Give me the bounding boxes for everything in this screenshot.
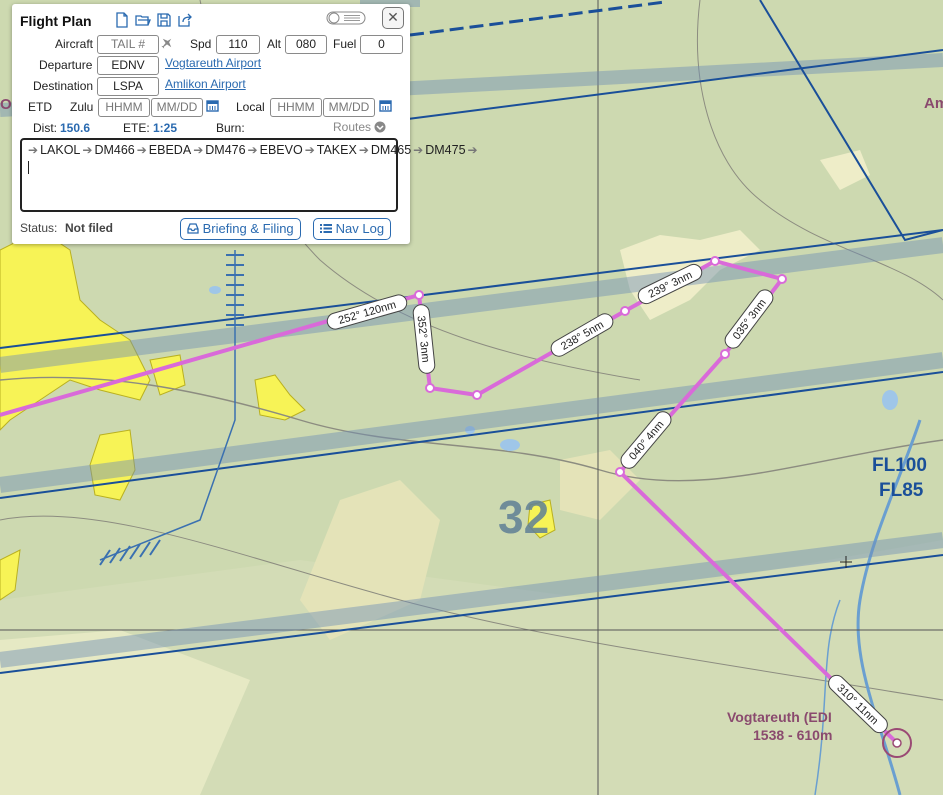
altitude-input[interactable]: 080 bbox=[285, 35, 327, 54]
open-folder-icon[interactable] bbox=[135, 12, 151, 28]
text-cursor bbox=[28, 161, 29, 175]
routes-label: Routes bbox=[333, 120, 372, 134]
route-waypoint-marker[interactable] bbox=[710, 256, 720, 266]
etd-label: ETD bbox=[28, 100, 52, 114]
route-waypoint[interactable]: EBEDA bbox=[149, 143, 191, 157]
route-waypoint-marker[interactable] bbox=[777, 274, 787, 284]
close-icon: ✕ bbox=[387, 9, 399, 25]
edge-label-right: Am bbox=[924, 95, 943, 112]
toggle-switch[interactable] bbox=[326, 11, 366, 25]
route-input[interactable]: ➔ LAKOL ➔ DM466 ➔ EBEDA ➔ DM476 ➔ EBEVO ➔ TAKEX ➔ DM4… bbox=[20, 138, 478, 212]
route-waypoint[interactable]: EBEVO bbox=[260, 143, 303, 157]
departure-label: Departure bbox=[39, 58, 93, 72]
arrow-right-icon: ➔ bbox=[247, 143, 258, 157]
route-waypoint[interactable]: DM465 bbox=[371, 143, 411, 157]
status-label: Status: bbox=[20, 221, 58, 235]
destination-label: Destination bbox=[33, 79, 94, 93]
local-date-input[interactable]: MM/DD bbox=[323, 98, 375, 117]
route-waypoint-marker[interactable] bbox=[472, 390, 482, 400]
arrow-right-icon: ➔ bbox=[467, 143, 478, 157]
ete-value: 1:25 bbox=[153, 121, 178, 135]
aircraft-label: Aircraft bbox=[55, 37, 94, 51]
burn-label: Burn: bbox=[216, 121, 245, 135]
distance-value: 150.6 bbox=[60, 121, 91, 135]
speed-label: Spd bbox=[190, 37, 212, 51]
local-label: Local bbox=[236, 100, 265, 114]
route-waypoint-marker[interactable] bbox=[414, 290, 424, 300]
destination-input[interactable]: LSPA bbox=[97, 77, 159, 96]
arrow-right-icon: ➔ bbox=[304, 143, 315, 157]
departure-airport-link[interactable]: Vogtareuth Airport bbox=[165, 56, 261, 70]
route-waypoint[interactable]: DM476 bbox=[205, 143, 245, 157]
arrow-right-icon: ➔ bbox=[28, 143, 39, 157]
airplane-icon[interactable] bbox=[160, 36, 174, 50]
local-time-input[interactable]: HHMM bbox=[270, 98, 322, 117]
route-waypoint[interactable]: LAKOL bbox=[40, 143, 80, 157]
calendar-icon[interactable] bbox=[206, 99, 219, 112]
route-waypoint-marker[interactable] bbox=[620, 306, 630, 316]
panel-title: Flight Plan bbox=[20, 13, 92, 29]
nav-log-label: Nav Log bbox=[335, 221, 385, 236]
departure-input[interactable]: EDNV bbox=[97, 56, 159, 75]
fuel-input[interactable]: 0 bbox=[360, 35, 403, 54]
share-icon[interactable] bbox=[177, 12, 193, 28]
route-waypoint-marker[interactable] bbox=[615, 467, 625, 477]
zulu-label: Zulu bbox=[70, 100, 94, 114]
new-file-icon[interactable] bbox=[114, 12, 130, 28]
zulu-date-input[interactable]: MM/DD bbox=[151, 98, 203, 117]
route-waypoint[interactable]: DM466 bbox=[94, 143, 134, 157]
arrow-right-icon: ➔ bbox=[193, 143, 204, 157]
list-icon bbox=[320, 224, 332, 233]
inbox-icon bbox=[187, 223, 199, 234]
aircraft-input[interactable]: TAIL # bbox=[97, 35, 159, 54]
status-value: Not filed bbox=[65, 221, 113, 235]
arrow-right-icon: ➔ bbox=[82, 143, 93, 157]
route-waypoint-marker[interactable] bbox=[425, 383, 435, 393]
fuel-label: Fuel bbox=[333, 37, 357, 51]
speed-input[interactable]: 110 bbox=[216, 35, 260, 54]
distance-label: Dist: bbox=[33, 121, 57, 135]
close-button[interactable]: ✕ bbox=[382, 7, 404, 29]
briefing-filing-button[interactable]: Briefing & Filing bbox=[180, 218, 301, 240]
route-waypoint[interactable]: TAKEX bbox=[317, 143, 357, 157]
route-waypoint-marker[interactable] bbox=[720, 349, 730, 359]
grid-number: 32 bbox=[498, 491, 550, 543]
routes-dropdown[interactable]: Routes bbox=[333, 120, 386, 134]
chevron-down-circle-icon bbox=[374, 121, 386, 133]
briefing-filing-label: Briefing & Filing bbox=[202, 221, 294, 236]
flight-level-bottom: FL85 bbox=[879, 480, 924, 501]
zulu-time-input[interactable]: HHMM bbox=[98, 98, 150, 117]
airport-name-label: Vogtareuth (EDI bbox=[727, 709, 832, 725]
flight-plan-panel: Flight Plan ✕ Aircraft TAIL # Spd 110 Al… bbox=[12, 4, 478, 244]
route-waypoint[interactable]: DM475 bbox=[425, 143, 465, 157]
save-icon[interactable] bbox=[156, 12, 172, 28]
arrow-right-icon: ➔ bbox=[413, 143, 424, 157]
arrow-right-icon: ➔ bbox=[136, 143, 147, 157]
flight-level-top: FL100 bbox=[872, 455, 927, 476]
altitude-label: Alt bbox=[267, 37, 282, 51]
airport-elevation-label: 1538 - 610m bbox=[753, 727, 833, 743]
nav-log-button[interactable]: Nav Log bbox=[313, 218, 392, 240]
arrow-right-icon: ➔ bbox=[358, 143, 369, 157]
ete-label: ETE: bbox=[123, 121, 150, 135]
destination-airport-link[interactable]: Amlikon Airport bbox=[165, 77, 246, 91]
calendar-icon[interactable] bbox=[379, 99, 392, 112]
